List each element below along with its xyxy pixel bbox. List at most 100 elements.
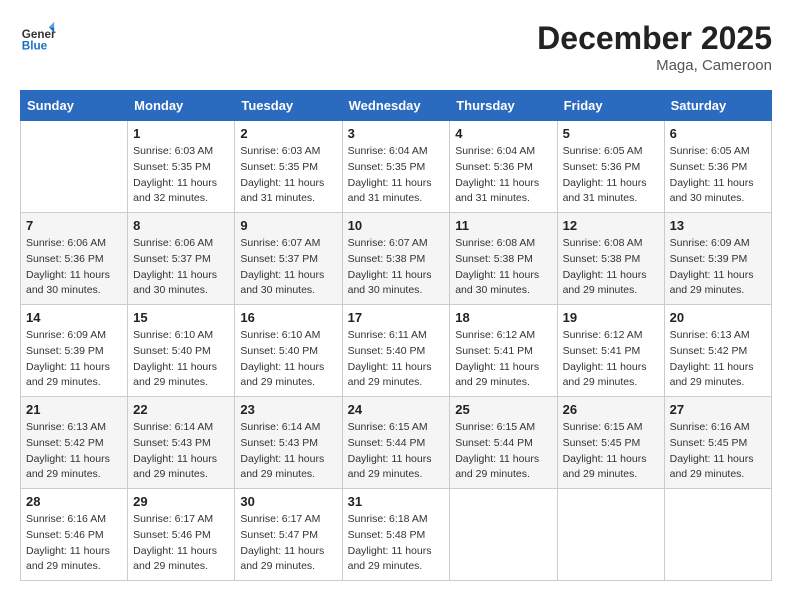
day-info: Sunrise: 6:09 AMSunset: 5:39 PMDaylight:… xyxy=(670,236,766,299)
calendar-cell: 28 Sunrise: 6:16 AMSunset: 5:46 PMDayligh… xyxy=(21,489,128,581)
day-number: 25 xyxy=(455,402,551,417)
day-header-tuesday: Tuesday xyxy=(235,91,342,121)
day-info: Sunrise: 6:11 AMSunset: 5:40 PMDaylight:… xyxy=(348,328,445,391)
day-info: Sunrise: 6:06 AMSunset: 5:37 PMDaylight:… xyxy=(133,236,229,299)
day-number: 16 xyxy=(240,310,336,325)
calendar-cell: 7 Sunrise: 6:06 AMSunset: 5:36 PMDaylight… xyxy=(21,213,128,305)
day-info: Sunrise: 6:08 AMSunset: 5:38 PMDaylight:… xyxy=(563,236,659,299)
day-info: Sunrise: 6:15 AMSunset: 5:44 PMDaylight:… xyxy=(455,420,551,483)
day-info: Sunrise: 6:15 AMSunset: 5:44 PMDaylight:… xyxy=(348,420,445,483)
svg-text:Blue: Blue xyxy=(22,40,48,53)
calendar-cell: 30 Sunrise: 6:17 AMSunset: 5:47 PMDayligh… xyxy=(235,489,342,581)
calendar-cell: 18 Sunrise: 6:12 AMSunset: 5:41 PMDayligh… xyxy=(450,305,557,397)
day-number: 18 xyxy=(455,310,551,325)
day-header-friday: Friday xyxy=(557,91,664,121)
calendar-cell: 15 Sunrise: 6:10 AMSunset: 5:40 PMDayligh… xyxy=(128,305,235,397)
day-number: 29 xyxy=(133,494,229,509)
day-info: Sunrise: 6:04 AMSunset: 5:35 PMDaylight:… xyxy=(348,144,445,207)
day-info: Sunrise: 6:14 AMSunset: 5:43 PMDaylight:… xyxy=(240,420,336,483)
day-info: Sunrise: 6:13 AMSunset: 5:42 PMDaylight:… xyxy=(670,328,766,391)
calendar-cell xyxy=(664,489,771,581)
day-number: 10 xyxy=(348,218,445,233)
day-info: Sunrise: 6:07 AMSunset: 5:37 PMDaylight:… xyxy=(240,236,336,299)
calendar-cell: 14Sunrise: 6:09 AMSunset: 5:39 PMDayligh… xyxy=(21,305,128,397)
calendar-cell: 6 Sunrise: 6:05 AMSunset: 5:36 PMDaylight… xyxy=(664,121,771,213)
day-number: 5 xyxy=(563,126,659,141)
day-info: Sunrise: 6:16 AMSunset: 5:45 PMDaylight:… xyxy=(670,420,766,483)
calendar-cell: 27 Sunrise: 6:16 AMSunset: 5:45 PMDayligh… xyxy=(664,397,771,489)
day-info: Sunrise: 6:08 AMSunset: 5:38 PMDaylight:… xyxy=(455,236,551,299)
day-number: 22 xyxy=(133,402,229,417)
calendar-cell: 3Sunrise: 6:04 AMSunset: 5:35 PMDaylight… xyxy=(342,121,450,213)
calendar-cell: 20 Sunrise: 6:13 AMSunset: 5:42 PMDayligh… xyxy=(664,305,771,397)
day-info: Sunrise: 6:07 AMSunset: 5:38 PMDaylight:… xyxy=(348,236,445,299)
calendar-cell: 31Sunrise: 6:18 AMSunset: 5:48 PMDayligh… xyxy=(342,489,450,581)
logo: General Blue xyxy=(20,20,56,56)
day-info: Sunrise: 6:05 AMSunset: 5:36 PMDaylight:… xyxy=(563,144,659,207)
day-number: 2 xyxy=(240,126,336,141)
day-number: 1 xyxy=(133,126,229,141)
day-info: Sunrise: 6:03 AMSunset: 5:35 PMDaylight:… xyxy=(133,144,229,207)
day-info: Sunrise: 6:12 AMSunset: 5:41 PMDaylight:… xyxy=(455,328,551,391)
day-number: 17 xyxy=(348,310,445,325)
calendar-cell: 25 Sunrise: 6:15 AMSunset: 5:44 PMDayligh… xyxy=(450,397,557,489)
calendar-cell: 12 Sunrise: 6:08 AMSunset: 5:38 PMDayligh… xyxy=(557,213,664,305)
day-number: 23 xyxy=(240,402,336,417)
title-block: December 2025 Maga, Cameroon xyxy=(537,20,772,74)
calendar-cell: 23 Sunrise: 6:14 AMSunset: 5:43 PMDayligh… xyxy=(235,397,342,489)
day-number: 19 xyxy=(563,310,659,325)
day-header-thursday: Thursday xyxy=(450,91,557,121)
day-info: Sunrise: 6:14 AMSunset: 5:43 PMDaylight:… xyxy=(133,420,229,483)
day-info: Sunrise: 6:16 AMSunset: 5:46 PMDaylight:… xyxy=(26,512,122,575)
calendar-cell: 9Sunrise: 6:07 AMSunset: 5:37 PMDaylight… xyxy=(235,213,342,305)
day-header-monday: Monday xyxy=(128,91,235,121)
day-number: 11 xyxy=(455,218,551,233)
day-info: Sunrise: 6:10 AMSunset: 5:40 PMDaylight:… xyxy=(240,328,336,391)
day-number: 15 xyxy=(133,310,229,325)
day-header-wednesday: Wednesday xyxy=(342,91,450,121)
day-number: 24 xyxy=(348,402,445,417)
calendar-cell: 10 Sunrise: 6:07 AMSunset: 5:38 PMDayligh… xyxy=(342,213,450,305)
day-number: 20 xyxy=(670,310,766,325)
calendar-cell: 26Sunrise: 6:15 AMSunset: 5:45 PMDayligh… xyxy=(557,397,664,489)
calendar-cell: 11 Sunrise: 6:08 AMSunset: 5:38 PMDayligh… xyxy=(450,213,557,305)
day-info: Sunrise: 6:17 AMSunset: 5:46 PMDaylight:… xyxy=(133,512,229,575)
day-number: 4 xyxy=(455,126,551,141)
day-info: Sunrise: 6:13 AMSunset: 5:42 PMDaylight:… xyxy=(26,420,122,483)
day-number: 13 xyxy=(670,218,766,233)
calendar-cell: 2Sunrise: 6:03 AMSunset: 5:35 PMDaylight… xyxy=(235,121,342,213)
day-header-sunday: Sunday xyxy=(21,91,128,121)
day-info: Sunrise: 6:12 AMSunset: 5:41 PMDaylight:… xyxy=(563,328,659,391)
day-info: Sunrise: 6:06 AMSunset: 5:36 PMDaylight:… xyxy=(26,236,122,299)
day-number: 21 xyxy=(26,402,122,417)
day-number: 8 xyxy=(133,218,229,233)
day-number: 6 xyxy=(670,126,766,141)
calendar-cell: 22 Sunrise: 6:14 AMSunset: 5:43 PMDayligh… xyxy=(128,397,235,489)
location: Maga, Cameroon xyxy=(537,57,772,74)
calendar-week-2: 7 Sunrise: 6:06 AMSunset: 5:36 PMDaylight… xyxy=(21,213,772,305)
day-number: 7 xyxy=(26,218,122,233)
calendar-cell: 19 Sunrise: 6:12 AMSunset: 5:41 PMDayligh… xyxy=(557,305,664,397)
day-number: 30 xyxy=(240,494,336,509)
calendar-week-1: 1 Sunrise: 6:03 AMSunset: 5:35 PMDaylight… xyxy=(21,121,772,213)
day-number: 14 xyxy=(26,310,122,325)
calendar-cell: 5 Sunrise: 6:05 AMSunset: 5:36 PMDaylight… xyxy=(557,121,664,213)
calendar-cell: 29 Sunrise: 6:17 AMSunset: 5:46 PMDayligh… xyxy=(128,489,235,581)
calendar-week-3: 14Sunrise: 6:09 AMSunset: 5:39 PMDayligh… xyxy=(21,305,772,397)
day-info: Sunrise: 6:10 AMSunset: 5:40 PMDaylight:… xyxy=(133,328,229,391)
day-number: 28 xyxy=(26,494,122,509)
logo-icon: General Blue xyxy=(20,20,56,56)
calendar-cell: 1 Sunrise: 6:03 AMSunset: 5:35 PMDaylight… xyxy=(128,121,235,213)
day-header-saturday: Saturday xyxy=(664,91,771,121)
calendar-cell xyxy=(450,489,557,581)
calendar-week-4: 21 Sunrise: 6:13 AMSunset: 5:42 PMDayligh… xyxy=(21,397,772,489)
day-number: 27 xyxy=(670,402,766,417)
day-info: Sunrise: 6:15 AMSunset: 5:45 PMDaylight:… xyxy=(563,420,659,483)
day-number: 12 xyxy=(563,218,659,233)
calendar-cell: 4Sunrise: 6:04 AMSunset: 5:36 PMDaylight… xyxy=(450,121,557,213)
page-header: General Blue December 2025 Maga, Cameroo… xyxy=(20,20,772,74)
calendar-header: SundayMondayTuesdayWednesdayThursdayFrid… xyxy=(21,91,772,121)
day-info: Sunrise: 6:17 AMSunset: 5:47 PMDaylight:… xyxy=(240,512,336,575)
day-info: Sunrise: 6:05 AMSunset: 5:36 PMDaylight:… xyxy=(670,144,766,207)
calendar-cell: 21 Sunrise: 6:13 AMSunset: 5:42 PMDayligh… xyxy=(21,397,128,489)
